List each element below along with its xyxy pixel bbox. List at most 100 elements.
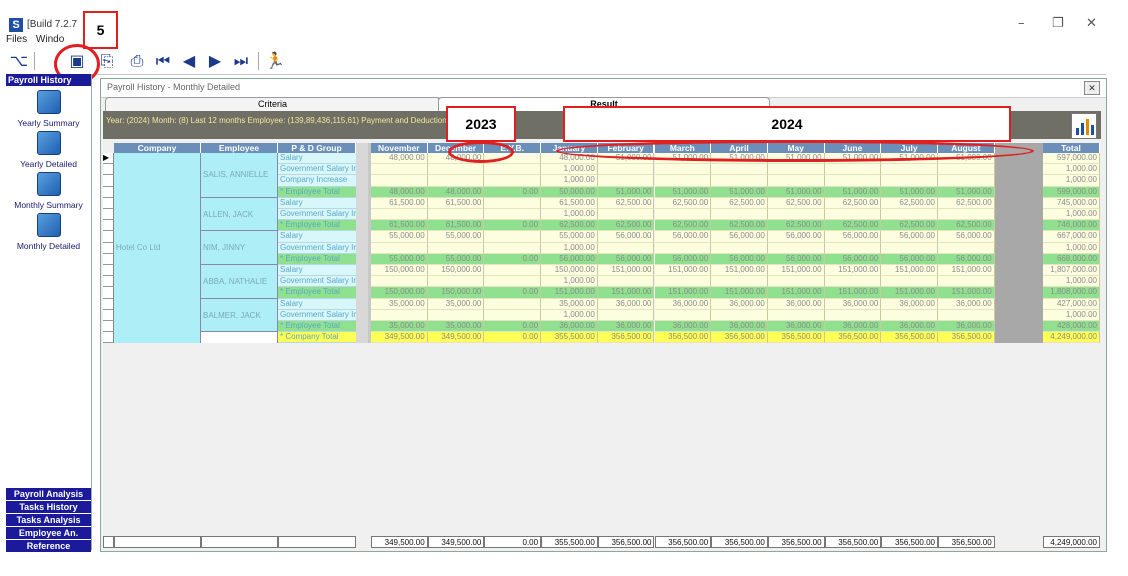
value-cell: 1,000.00 (541, 242, 598, 254)
footer-total-cell: 356,500.00 (654, 536, 712, 548)
menu-files[interactable]: Files (6, 34, 27, 45)
row-selector[interactable] (103, 332, 114, 344)
value-cell (654, 242, 712, 254)
next-icon[interactable]: ▶ (204, 50, 226, 72)
sidebar-item-yearly-summary[interactable]: Yearly Summary (6, 90, 91, 128)
minimize-icon[interactable]: – (1018, 16, 1025, 31)
value-cell (427, 276, 485, 288)
sidebar-item-monthly-detailed[interactable]: Monthly Detailed (6, 213, 91, 251)
print-icon[interactable]: ⎙ (126, 50, 148, 72)
value-cell: 150,000.00 (541, 265, 598, 277)
row-total-cell: 428,000.00 (1043, 321, 1100, 333)
value-cell (597, 209, 655, 221)
row-selector[interactable] (103, 197, 114, 209)
value-cell: 356,500.00 (938, 332, 995, 344)
value-cell: 56,000.00 (711, 231, 768, 243)
prev-icon[interactable]: ◀ (178, 50, 200, 72)
results-grid: Company Employee P & D Group November Decemb… (101, 143, 1106, 551)
value-cell (824, 164, 882, 176)
row-selector[interactable] (103, 253, 114, 265)
value-cell: 35,000.00 (427, 321, 485, 333)
value-cell: 356,500.00 (711, 332, 768, 344)
row-selector[interactable] (103, 231, 114, 243)
row-selector[interactable]: ▶ (103, 153, 114, 165)
value-cell: 51,000.00 (881, 186, 938, 198)
row-selector[interactable] (103, 209, 114, 221)
value-cell: 62,500.00 (824, 197, 882, 209)
value-cell: 355,500.00 (541, 332, 598, 344)
value-cell: 150,000.00 (371, 287, 428, 299)
pd-group-cell: * Company Total (278, 332, 356, 344)
sidebar-section-payroll-analysis[interactable]: Payroll Analysis (6, 488, 91, 500)
row-selector[interactable] (103, 265, 114, 277)
value-cell: 151,000.00 (711, 265, 768, 277)
value-cell: 62,500.00 (654, 220, 712, 232)
row-selector[interactable] (103, 276, 114, 288)
row-selector[interactable] (103, 164, 114, 176)
value-cell: 35,000.00 (427, 298, 485, 310)
row-total-cell: 667,000.00 (1043, 231, 1100, 243)
row-total-cell: 427,000.00 (1043, 298, 1100, 310)
value-cell: 48,000.00 (371, 153, 428, 165)
value-cell: 36,000.00 (824, 321, 882, 333)
row-selector[interactable] (103, 186, 114, 198)
value-cell: 356,500.00 (824, 332, 882, 344)
employee-cell: ABBA, NATHALIE (201, 265, 278, 299)
value-cell (938, 242, 995, 254)
value-cell (938, 209, 995, 221)
criteria-summary-text: Year: (2024) Month: (8) Last 12 months E… (106, 116, 459, 125)
sidebar-section-tasks-analysis[interactable]: Tasks Analysis (6, 514, 91, 526)
restore-icon[interactable]: ❐ (1052, 16, 1064, 31)
sidebar-section-employee-analysis[interactable]: Employee An. (6, 527, 91, 539)
value-cell (767, 164, 825, 176)
pd-group-cell: Government Salary In. (278, 209, 356, 221)
run-icon[interactable]: 🏃 (264, 50, 286, 72)
pd-group-cell: Government Salary In. (278, 164, 356, 176)
value-cell (881, 276, 938, 288)
row-selector[interactable] (103, 309, 114, 321)
first-icon[interactable]: ⏮ (152, 50, 174, 72)
pd-group-cell: * Employee Total (278, 287, 356, 299)
value-cell (938, 164, 995, 176)
pd-group-cell: Company Increase (278, 175, 356, 187)
row-selector[interactable] (103, 220, 114, 232)
pd-group-cell: Salary (278, 265, 356, 277)
value-cell: 150,000.00 (371, 265, 428, 277)
sidebar-section-reference[interactable]: Reference (6, 540, 91, 552)
panel-close-button[interactable]: ✕ (1084, 81, 1100, 95)
row-selector[interactable] (103, 321, 114, 333)
row-selector[interactable] (103, 298, 114, 310)
last-icon[interactable]: ⏭ (230, 50, 252, 72)
value-cell: 61,500.00 (427, 197, 485, 209)
row-selector[interactable] (103, 536, 114, 548)
value-cell: 151,000.00 (597, 287, 655, 299)
row-selector[interactable] (103, 287, 114, 299)
menu-bar: Files Windo (6, 34, 70, 46)
footer-total-cell: 356,500.00 (767, 536, 825, 548)
value-cell: 56,000.00 (597, 253, 655, 265)
value-cell: 48,000.00 (371, 186, 428, 198)
value-cell (881, 164, 938, 176)
sidebar-item-yearly-detailed[interactable]: Yearly Detailed (6, 131, 91, 169)
value-cell: 36,000.00 (881, 321, 938, 333)
close-icon[interactable]: ✕ (1086, 16, 1097, 31)
sidebar-section-tasks-history[interactable]: Tasks History (6, 501, 91, 513)
row-selector[interactable] (103, 175, 114, 187)
value-cell: 62,500.00 (541, 220, 598, 232)
tab-criteria[interactable]: Criteria (105, 97, 440, 111)
employee-cell: BALMER, JACK (201, 298, 278, 333)
sidebar: Payroll History Yearly Summary Yearly De… (6, 74, 92, 552)
value-cell: 151,000.00 (711, 287, 768, 299)
value-cell: 56,000.00 (654, 231, 712, 243)
sidebar-item-monthly-summary[interactable]: Monthly Summary (6, 172, 91, 210)
value-cell: 55,000.00 (427, 253, 485, 265)
value-cell: 151,000.00 (938, 265, 995, 277)
row-selector[interactable] (103, 242, 114, 254)
value-cell: 36,000.00 (597, 321, 655, 333)
sidebar-header[interactable]: Payroll History (6, 74, 91, 86)
value-cell: 51,000.00 (597, 186, 655, 198)
value-cell: 36,000.00 (541, 321, 598, 333)
menu-window[interactable]: Windo (36, 34, 64, 45)
tree-icon[interactable]: ⌥ (8, 50, 30, 72)
chart-button[interactable] (1071, 113, 1097, 139)
